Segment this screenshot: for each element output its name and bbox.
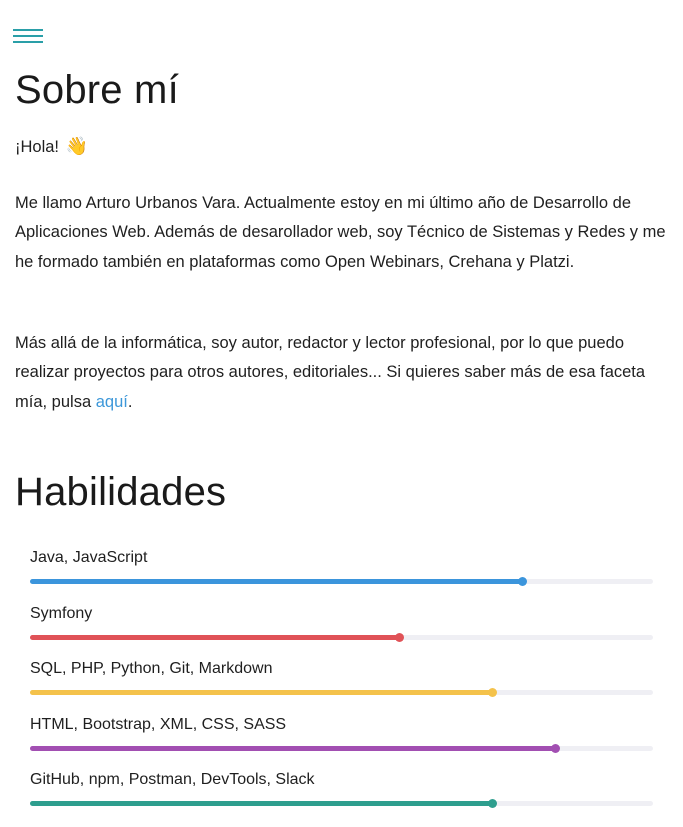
skill-item: HTML, Bootstrap, XML, CSS, SASS [30,713,653,769]
greeting: ¡Hola! 👋 [15,134,88,159]
skill-progress-fill [30,634,400,640]
writing-profile-link[interactable]: aquí [96,393,128,411]
skill-progress-bar [30,743,653,753]
about-title: Sobre mí [15,68,179,112]
skill-progress-knob [551,743,561,753]
about-paragraph-1: Me llamo Arturo Urbanos Vara. Actualment… [15,194,666,271]
skill-progress-bar [30,799,653,808]
menu-line [13,35,43,37]
skill-label: HTML, Bootstrap, XML, CSS, SASS [30,715,287,733]
skill-progress-bar [30,688,653,697]
menu-line [13,41,43,43]
skill-item: Java, JavaScript [30,546,653,602]
skill-progress-knob [488,799,498,808]
skills-title: Habilidades [15,470,227,514]
skill-progress-bar [30,632,653,642]
skill-item: SQL, PHP, Python, Git, Markdown [30,657,653,713]
skill-progress-knob [395,632,405,642]
skill-progress-fill [30,579,523,584]
skill-item: Symfony [30,602,653,658]
skill-progress-bar [30,577,653,586]
skill-label: SQL, PHP, Python, Git, Markdown [30,660,273,677]
skill-progress-fill [30,801,493,806]
waving-hand-icon: 👋 [65,136,89,156]
about-paragraph-2-end: . [127,392,133,411]
greeting-text: ¡Hola! [15,138,60,156]
skill-progress-knob [488,688,498,697]
skill-label: Java, JavaScript [30,549,148,566]
menu-line [13,29,43,31]
skill-progress-knob [518,577,528,586]
hamburger-menu-icon[interactable] [13,29,43,45]
skill-label: Symfony [30,604,93,622]
skill-label: GitHub, npm, Postman, DevTools, Slack [30,771,315,788]
about-paragraph-2: Más allá de la informática, soy autor, r… [15,329,675,417]
skill-progress-fill [30,690,493,695]
skill-progress-fill [30,745,556,751]
skills-list: Java, JavaScript Symfony SQL, PHP, Pytho… [30,546,653,824]
skill-item: GitHub, npm, Postman, DevTools, Slack [30,768,653,824]
